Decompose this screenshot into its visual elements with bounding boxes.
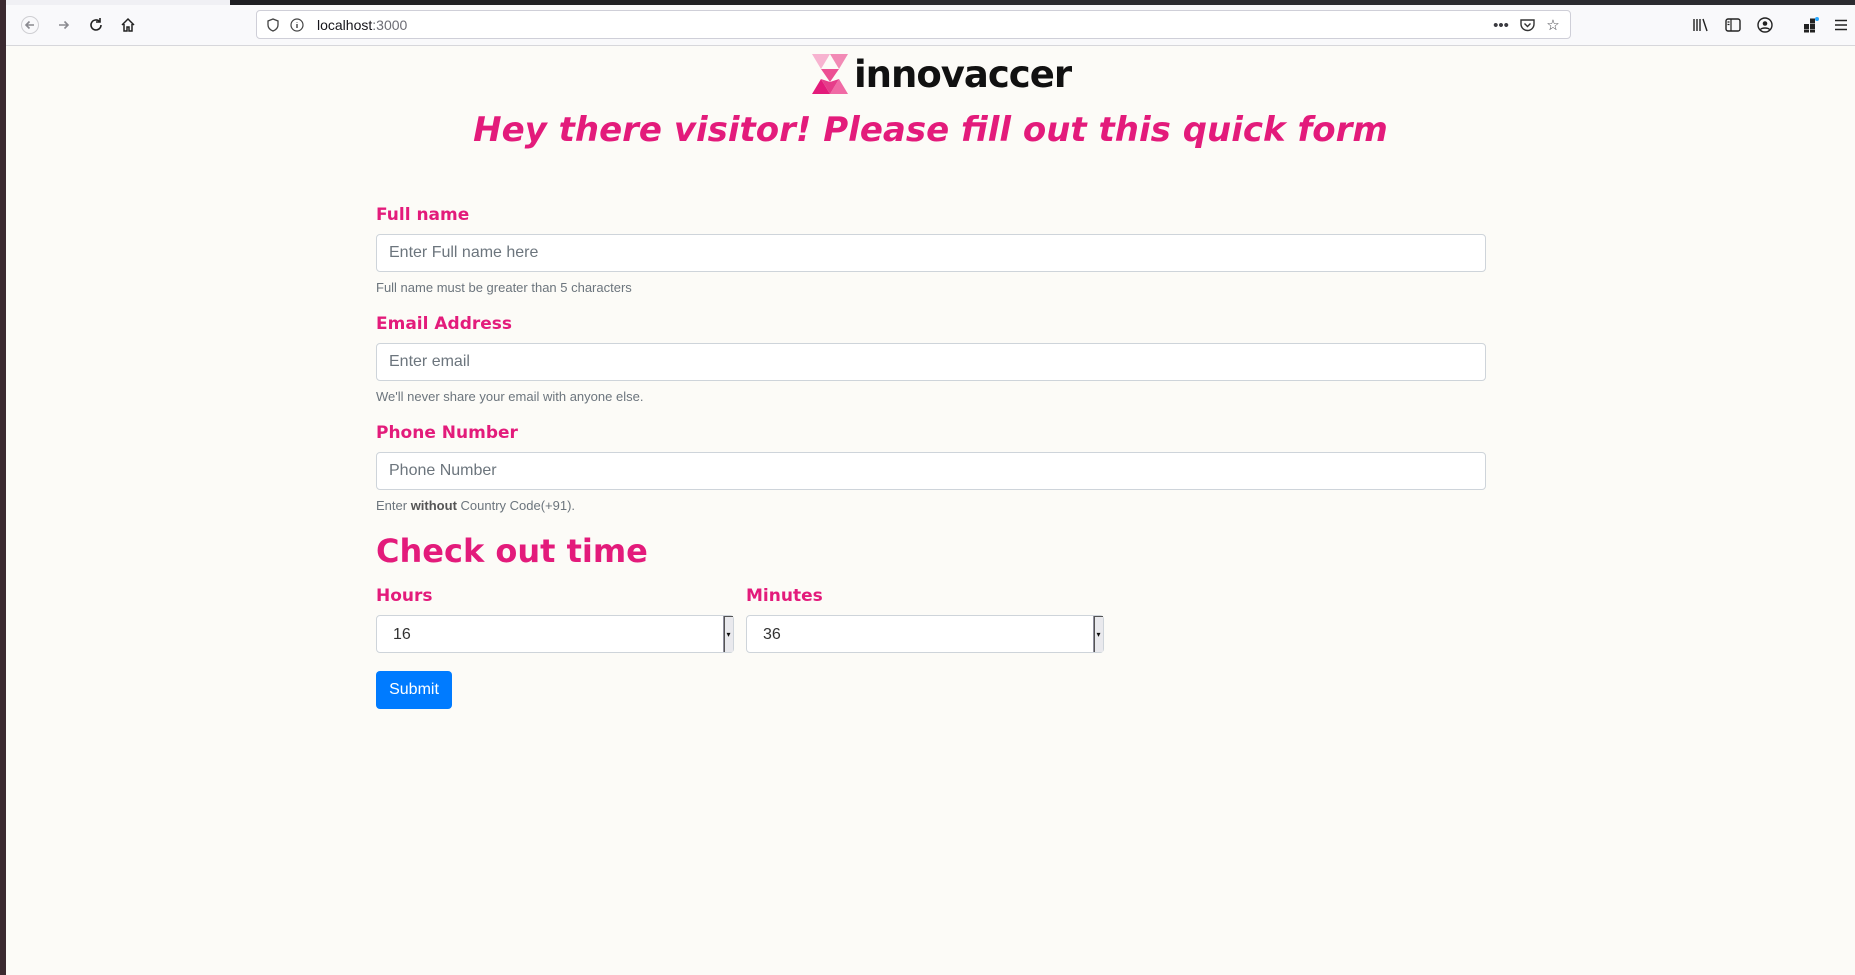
url-text: localhost:3000 <box>317 17 408 33</box>
email-help: We'll never share your email with anyone… <box>376 389 644 404</box>
arrow-left-icon <box>21 16 39 34</box>
chevron-down-icon[interactable]: ▾ <box>1093 616 1103 652</box>
phone-help: Enter without Country Code(+91). <box>376 498 576 513</box>
brand-name: innovaccer <box>854 52 1072 96</box>
home-icon <box>121 17 135 32</box>
full-name-help: Full name must be greater than 5 charact… <box>376 280 632 295</box>
innovaccer-logo-icon <box>812 54 848 94</box>
full-name-input[interactable] <box>376 234 1486 272</box>
account-button[interactable] <box>1751 11 1779 39</box>
full-name-label: Full name <box>376 205 470 225</box>
minutes-select[interactable]: 36 ▾ <box>746 615 1104 653</box>
sidebar-button[interactable] <box>1719 11 1747 39</box>
page-headline: Hey there visitor! Please fill out this … <box>473 110 1388 150</box>
submit-button[interactable]: Submit <box>376 671 452 709</box>
brand-logo: innovaccer <box>812 52 1072 96</box>
arrow-right-icon <box>59 20 70 30</box>
chevron-down-icon[interactable]: ▾ <box>723 616 733 652</box>
tracking-shield-icon[interactable] <box>263 15 283 35</box>
minutes-label: Minutes <box>746 586 823 606</box>
email-input[interactable] <box>376 343 1486 381</box>
site-info-icon[interactable] <box>287 15 307 35</box>
extensions-button[interactable] <box>1797 11 1825 39</box>
nav-toolbar: localhost:3000 ••• ☆ <box>6 5 1855 46</box>
extensions-icon <box>1804 17 1819 33</box>
url-bar[interactable]: localhost:3000 ••• ☆ <box>256 10 1571 39</box>
hours-select[interactable]: 16 ▾ <box>376 615 734 653</box>
minutes-value: 36 <box>763 626 781 643</box>
home-button[interactable] <box>114 11 142 39</box>
reload-icon <box>90 18 102 31</box>
reload-button[interactable] <box>82 11 110 39</box>
browser-window: localhost:3000 ••• ☆ innovaccer Hey ther… <box>6 0 1855 975</box>
forward-button[interactable] <box>50 11 78 39</box>
back-button[interactable] <box>16 11 44 39</box>
hours-value: 16 <box>393 626 411 643</box>
star-icon[interactable]: ☆ <box>1542 14 1564 36</box>
pocket-icon[interactable] <box>1516 14 1538 36</box>
hamburger-menu-icon <box>1835 19 1847 31</box>
sidebar-icon <box>1725 18 1741 32</box>
phone-label: Phone Number <box>376 423 518 443</box>
hours-label: Hours <box>376 586 433 606</box>
phone-input[interactable] <box>376 452 1486 490</box>
checkout-time-title: Check out time <box>376 532 648 570</box>
account-icon <box>1757 17 1773 33</box>
email-label: Email Address <box>376 314 513 334</box>
library-button[interactable] <box>1687 11 1715 39</box>
page-content: innovaccer Hey there visitor! Please fil… <box>6 46 1855 975</box>
more-dots-icon[interactable]: ••• <box>1490 14 1512 36</box>
library-icon <box>1693 18 1708 32</box>
app-menu-button[interactable] <box>1827 11 1855 39</box>
